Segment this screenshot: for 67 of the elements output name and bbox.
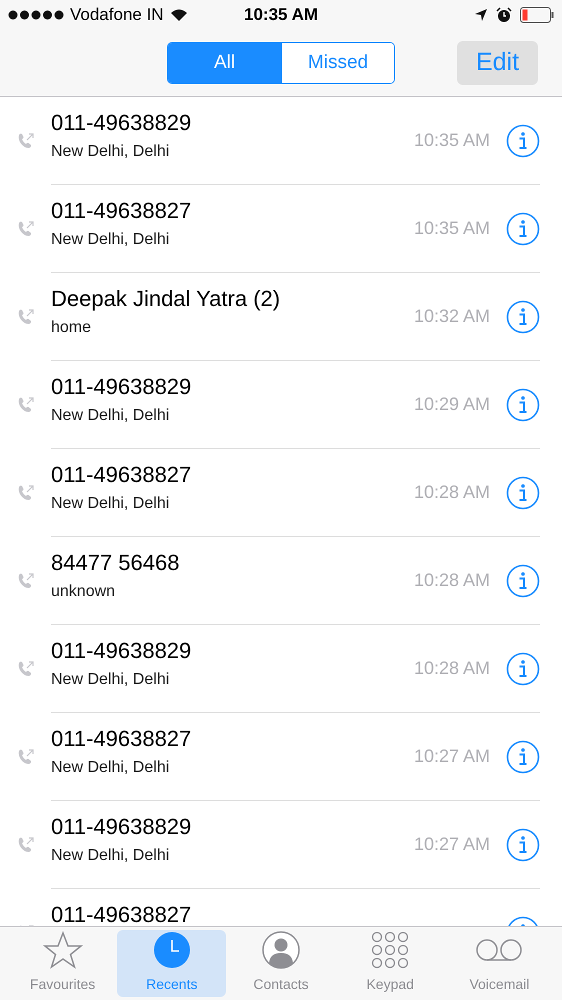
call-time: 10:28 AM bbox=[414, 657, 490, 680]
carrier-name: Vodafone IN bbox=[70, 4, 164, 26]
call-time: 10:35 AM bbox=[414, 129, 490, 152]
info-icon[interactable] bbox=[506, 740, 540, 774]
caller-name: 84477 56468 bbox=[51, 552, 180, 574]
caller-location: unknown bbox=[51, 584, 116, 600]
outgoing-call-icon bbox=[16, 747, 36, 767]
outgoing-call-icon bbox=[16, 835, 36, 855]
info-icon[interactable] bbox=[506, 300, 540, 334]
alarm-clock-icon bbox=[496, 7, 512, 23]
caller-name: 011-49638827 bbox=[51, 728, 192, 750]
caller-name: 011-49638829 bbox=[51, 112, 192, 134]
call-row[interactable]: 011-49638829 New Delhi, Delhi 10:27 AM bbox=[0, 801, 562, 889]
caller-location: home bbox=[51, 320, 92, 336]
outgoing-call-icon bbox=[16, 131, 36, 151]
battery-icon bbox=[520, 7, 554, 23]
info-icon[interactable] bbox=[506, 124, 540, 158]
call-row[interactable]: Deepak Jindal Yatra (2) home 10:32 AM bbox=[0, 273, 562, 361]
voicemail-icon bbox=[475, 937, 524, 963]
caller-name: Deepak Jindal Yatra (2) bbox=[51, 288, 282, 310]
call-time: 10:32 AM bbox=[414, 305, 490, 328]
caller-location: New Delhi, Delhi bbox=[51, 760, 170, 776]
wifi-icon bbox=[170, 8, 188, 22]
call-time: 10:27 AM bbox=[414, 833, 490, 856]
caller-name: 011-49638827 bbox=[51, 200, 192, 222]
clock-icon bbox=[152, 931, 191, 969]
location-icon bbox=[474, 8, 488, 22]
outgoing-call-icon bbox=[16, 307, 36, 327]
caller-location: New Delhi, Delhi bbox=[51, 408, 170, 424]
call-row[interactable]: 011-49638829 New Delhi, Delhi 10:29 AM bbox=[0, 361, 562, 449]
call-time: 10:28 AM bbox=[414, 569, 490, 592]
call-row[interactable]: 011-49638827 New Delhi, Delhi 10:27 AM bbox=[0, 713, 562, 801]
outgoing-call-icon bbox=[16, 219, 36, 239]
caller-name: 011-49638829 bbox=[51, 376, 192, 398]
call-row[interactable]: 011-49638829 New Delhi, Delhi 10:28 AM bbox=[0, 625, 562, 713]
caller-location: New Delhi, Delhi bbox=[51, 496, 170, 512]
outgoing-call-icon bbox=[16, 483, 36, 503]
info-icon[interactable] bbox=[506, 652, 540, 686]
info-icon[interactable] bbox=[506, 476, 540, 510]
caller-name: 011-49638827 bbox=[51, 904, 192, 926]
call-row[interactable]: 011-49638829 New Delhi, Delhi 10:35 AM bbox=[0, 97, 562, 185]
caller-name: 011-49638829 bbox=[51, 640, 192, 662]
caller-location: New Delhi, Delhi bbox=[51, 848, 170, 864]
caller-location: New Delhi, Delhi bbox=[51, 672, 170, 688]
caller-name: 011-49638829 bbox=[51, 816, 192, 838]
call-row[interactable]: 011-49638827 New Delhi, Delhi 10:28 AM bbox=[0, 449, 562, 537]
star-icon bbox=[42, 931, 83, 969]
info-icon[interactable] bbox=[506, 564, 540, 598]
outgoing-call-icon bbox=[16, 395, 36, 415]
call-time: 10:29 AM bbox=[414, 393, 490, 416]
call-time: 10:27 AM bbox=[414, 745, 490, 768]
caller-location: New Delhi, Delhi bbox=[51, 232, 170, 248]
caller-name: 011-49638827 bbox=[51, 464, 192, 486]
caller-location: New Delhi, Delhi bbox=[51, 144, 170, 160]
info-icon[interactable] bbox=[506, 212, 540, 246]
call-time: 10:35 AM bbox=[414, 217, 490, 240]
info-icon[interactable] bbox=[506, 388, 540, 422]
person-icon bbox=[262, 931, 300, 969]
status-time: 10:35 AM bbox=[244, 4, 318, 26]
signal-icon bbox=[8, 10, 64, 20]
call-time: 10:28 AM bbox=[414, 481, 490, 504]
keypad-icon bbox=[371, 931, 410, 969]
outgoing-call-icon bbox=[16, 571, 36, 591]
info-icon[interactable] bbox=[506, 828, 540, 862]
call-row[interactable]: 84477 56468 unknown 10:28 AM bbox=[0, 537, 562, 625]
call-row[interactable]: 011-49638827 New Delhi, Delhi 10:35 AM bbox=[0, 185, 562, 273]
outgoing-call-icon bbox=[16, 659, 36, 679]
